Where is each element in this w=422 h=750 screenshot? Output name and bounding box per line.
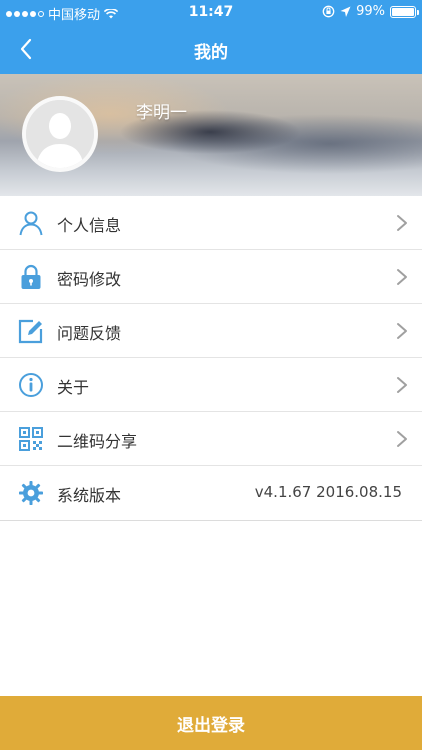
battery-icon	[390, 5, 419, 18]
menu-item-label: 个人信息	[57, 216, 122, 235]
settings-menu: 个人信息 密码修改 问题反馈 关于 二维码分享 系统版本 v4.1.67 201…	[0, 196, 422, 521]
chevron-right-icon	[397, 269, 407, 285]
menu-item-change-password[interactable]: 密码修改	[0, 250, 422, 304]
battery-percent: 99%	[356, 4, 385, 19]
chevron-right-icon	[397, 431, 407, 447]
menu-item-label: 问题反馈	[57, 324, 122, 343]
chevron-right-icon	[397, 215, 407, 231]
menu-item-label: 密码修改	[57, 270, 122, 289]
chevron-right-icon	[397, 377, 407, 393]
user-name: 李明一	[136, 103, 187, 123]
menu-item-label: 关于	[57, 378, 90, 397]
edit-icon	[18, 319, 43, 344]
logout-button[interactable]: 退出登录	[0, 696, 422, 750]
menu-item-personal-info[interactable]: 个人信息	[0, 196, 422, 250]
menu-item-system-version: 系统版本 v4.1.67 2016.08.15	[0, 466, 422, 520]
default-avatar-icon	[26, 100, 94, 168]
menu-item-about[interactable]: 关于	[0, 358, 422, 412]
profile-header: 李明一	[0, 74, 422, 196]
screen: 中国移动 11:47 99% 我的 李明一 个人信息 密码修改 问题反馈 关于 …	[0, 0, 422, 750]
status-right: 99%	[322, 4, 419, 19]
menu-item-label: 系统版本	[57, 486, 122, 505]
avatar[interactable]	[22, 96, 98, 172]
orientation-lock-icon	[322, 5, 335, 18]
location-icon	[340, 6, 351, 17]
chevron-right-icon	[397, 323, 407, 339]
status-bar: 中国移动 11:47 99%	[0, 0, 422, 24]
menu-item-label: 二维码分享	[57, 432, 138, 451]
top-bar: 中国移动 11:47 99% 我的	[0, 0, 422, 74]
lock-icon	[21, 264, 41, 289]
gear-icon	[19, 481, 43, 505]
nav-bar: 我的	[0, 24, 422, 74]
person-icon	[19, 211, 43, 236]
menu-item-qrcode-share[interactable]: 二维码分享	[0, 412, 422, 466]
menu-item-feedback[interactable]: 问题反馈	[0, 304, 422, 358]
page-title: 我的	[194, 43, 228, 63]
qrcode-icon	[19, 427, 43, 451]
info-icon	[19, 373, 43, 397]
version-value: v4.1.67 2016.08.15	[254, 483, 402, 501]
